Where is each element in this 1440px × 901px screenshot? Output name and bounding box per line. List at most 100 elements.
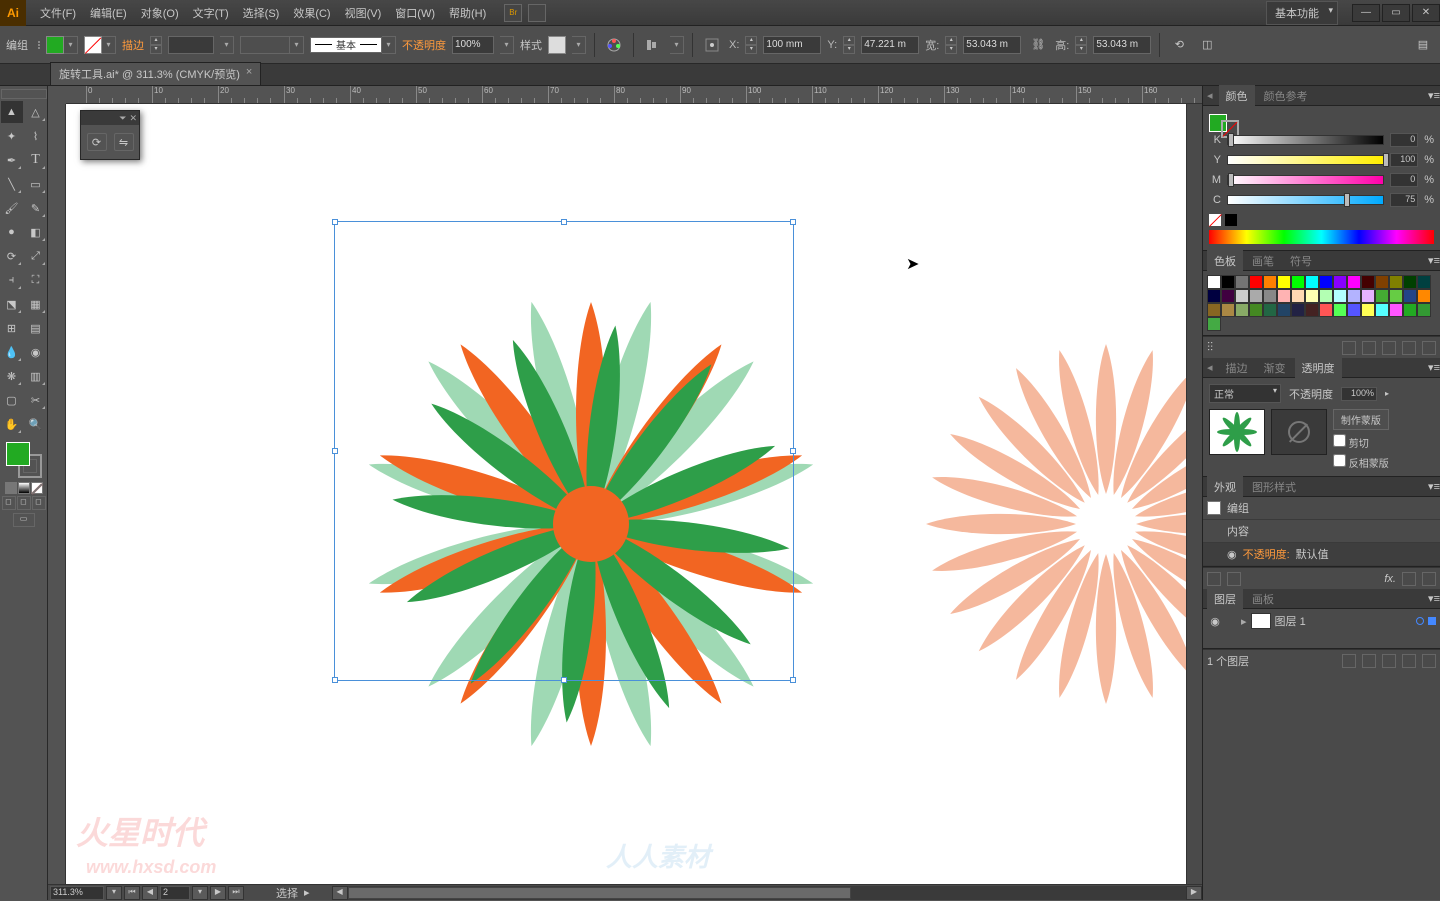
- free-transform-tool[interactable]: ⛶: [25, 269, 47, 291]
- ref-point[interactable]: [701, 34, 723, 56]
- blend-mode-select[interactable]: 正常: [1209, 384, 1281, 403]
- next-artboard[interactable]: ▶: [210, 886, 226, 900]
- selection-tool[interactable]: ▲: [1, 101, 23, 123]
- swatch[interactable]: [1389, 275, 1403, 289]
- bridge-icon[interactable]: Br: [504, 4, 522, 22]
- fill-dropdown[interactable]: [64, 36, 78, 54]
- blob-brush-tool[interactable]: ●: [1, 221, 23, 243]
- layer-name[interactable]: 图层 1: [1275, 613, 1306, 629]
- swatches-grid[interactable]: [1207, 275, 1436, 331]
- type-tool[interactable]: T: [25, 149, 47, 171]
- swatch[interactable]: [1277, 289, 1291, 303]
- clip-checkbox[interactable]: 剪切: [1333, 434, 1389, 450]
- new-sublayer-icon[interactable]: [1382, 654, 1396, 668]
- color-mode[interactable]: [5, 482, 17, 494]
- appear-clear-icon[interactable]: [1402, 572, 1416, 586]
- swatch[interactable]: [1263, 289, 1277, 303]
- y-input[interactable]: 47.221 m: [861, 36, 919, 54]
- w-input[interactable]: 53.043 m: [963, 36, 1021, 54]
- layer-visibility-icon[interactable]: ◉: [1207, 615, 1223, 628]
- swatch[interactable]: [1235, 275, 1249, 289]
- swatch[interactable]: [1403, 303, 1417, 317]
- appearance-content[interactable]: 内容: [1227, 523, 1249, 539]
- make-clip-icon[interactable]: [1362, 654, 1376, 668]
- menu-effect[interactable]: 效果(C): [287, 1, 336, 25]
- recolor-icon[interactable]: [603, 34, 625, 56]
- swatch[interactable]: [1389, 289, 1403, 303]
- scrollbar-vertical[interactable]: [1186, 104, 1202, 884]
- appear-dup-icon[interactable]: [1227, 572, 1241, 586]
- tab-transparency[interactable]: 透明度: [1295, 357, 1342, 379]
- scroll-right[interactable]: ▶: [1186, 886, 1202, 900]
- align-icon[interactable]: [642, 34, 664, 56]
- eyedropper-tool[interactable]: 💧: [1, 341, 23, 363]
- first-artboard[interactable]: ⏮: [124, 886, 140, 900]
- swatch[interactable]: [1305, 303, 1319, 317]
- menu-help[interactable]: 帮助(H): [443, 1, 492, 25]
- stroke-weight-stepper[interactable]: ▴▾: [150, 36, 162, 54]
- workspace-selector[interactable]: 基本功能: [1266, 1, 1338, 25]
- stroke-weight-dd[interactable]: [220, 36, 234, 54]
- swatch[interactable]: [1319, 303, 1333, 317]
- x-input[interactable]: 100 mm: [763, 36, 821, 54]
- swatch[interactable]: [1221, 275, 1235, 289]
- magic-wand-tool[interactable]: ✦: [1, 125, 23, 147]
- transparency-thumb[interactable]: [1209, 409, 1265, 455]
- style-dd[interactable]: [572, 36, 586, 54]
- scale-tool[interactable]: ⤢: [25, 245, 47, 267]
- none-swatch[interactable]: [1209, 214, 1221, 226]
- isolate-icon[interactable]: ◫: [1196, 34, 1218, 56]
- canvas[interactable]: ➤ 火星时代 www.hxsd.com 人人素材: [66, 104, 1186, 884]
- optbar-menu[interactable]: ▤: [1412, 34, 1434, 56]
- swatch[interactable]: [1305, 275, 1319, 289]
- graph-tool[interactable]: ▥: [25, 365, 47, 387]
- artboard-tool[interactable]: ▢: [1, 389, 23, 411]
- opacity-input[interactable]: 100%: [452, 36, 494, 54]
- new-swatch-icon[interactable]: [1402, 341, 1416, 355]
- prev-artboard[interactable]: ◀: [142, 886, 158, 900]
- swatch[interactable]: [1361, 275, 1375, 289]
- swatch[interactable]: [1417, 289, 1431, 303]
- graphic-style[interactable]: [548, 36, 566, 54]
- var-width-dd[interactable]: [290, 36, 304, 54]
- tab-symbols[interactable]: 符号: [1283, 250, 1319, 272]
- lasso-tool[interactable]: ⌇: [25, 125, 47, 147]
- swatch-lib-icon[interactable]: ⫶⫶: [1207, 340, 1213, 355]
- stroke-dropdown[interactable]: [102, 36, 116, 54]
- ruler-vertical[interactable]: [48, 104, 66, 884]
- swatch-options-icon[interactable]: [1362, 341, 1376, 355]
- width-tool[interactable]: ⫞: [1, 269, 23, 291]
- slice-tool[interactable]: ✂: [25, 389, 47, 411]
- window-maximize[interactable]: ▭: [1382, 4, 1410, 22]
- rotate-tool[interactable]: ⟳: [1, 245, 23, 267]
- brush-dd[interactable]: [382, 36, 396, 54]
- line-tool[interactable]: ╲: [1, 173, 23, 195]
- menu-edit[interactable]: 编辑(E): [84, 1, 133, 25]
- tab-graphic-styles[interactable]: 图形样式: [1245, 476, 1303, 498]
- hand-tool[interactable]: ✋: [1, 413, 23, 435]
- gradient-mode[interactable]: [18, 482, 30, 494]
- ruler-horizontal[interactable]: 0102030405060708090100110120130140150160: [66, 86, 1202, 104]
- drag-handle[interactable]: [1, 89, 47, 99]
- mesh-tool[interactable]: ⊞: [1, 317, 23, 339]
- tab-layers[interactable]: 图层: [1207, 588, 1243, 610]
- new-group-icon[interactable]: [1382, 341, 1396, 355]
- swatch[interactable]: [1263, 303, 1277, 317]
- doc-tab-close[interactable]: ×: [246, 66, 252, 82]
- scroll-left[interactable]: ◀: [332, 886, 348, 900]
- last-artboard[interactable]: ⏭: [228, 886, 244, 900]
- swatch-menu-icon[interactable]: [1342, 341, 1356, 355]
- swatch[interactable]: [1403, 275, 1417, 289]
- stroke-label[interactable]: 描边: [122, 37, 144, 53]
- tearoff-close[interactable]: ✕: [129, 113, 137, 124]
- color-spectrum[interactable]: [1209, 230, 1434, 244]
- tab-color[interactable]: 颜色: [1219, 85, 1255, 107]
- swatch[interactable]: [1291, 303, 1305, 317]
- bw-swatch[interactable]: [1225, 214, 1237, 226]
- swatch[interactable]: [1277, 275, 1291, 289]
- transform-icon[interactable]: ⟲: [1168, 34, 1190, 56]
- document-tab[interactable]: 旋转工具.ai* @ 311.3% (CMYK/预览) ×: [50, 62, 261, 85]
- reflect-tool-icon[interactable]: ⇋: [114, 133, 134, 151]
- swatch[interactable]: [1207, 275, 1221, 289]
- swatch[interactable]: [1333, 289, 1347, 303]
